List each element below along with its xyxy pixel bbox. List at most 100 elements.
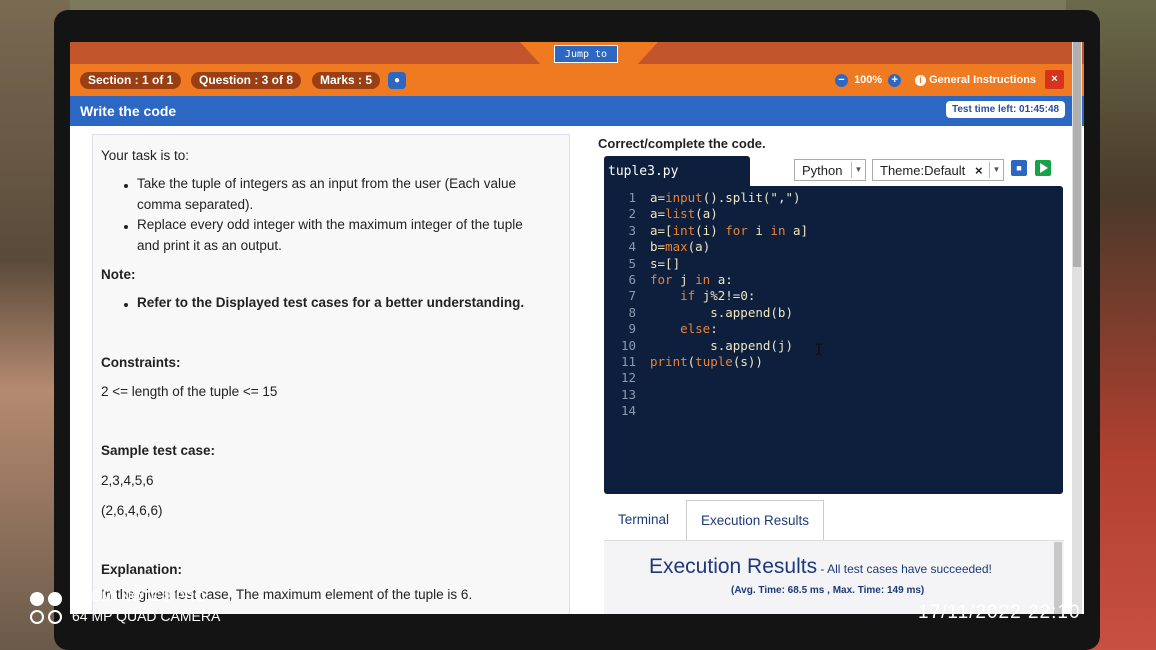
results-heading: Execution Results - All test cases have … xyxy=(649,555,992,579)
run-icon[interactable] xyxy=(1035,160,1051,176)
code-text: s.append(b) xyxy=(650,304,793,320)
constraint-text: 2 <= length of the tuple <= 15 xyxy=(101,384,278,399)
note-label: Note: xyxy=(101,267,136,282)
task-bullet-2-line-2: and print it as an output. xyxy=(137,238,282,253)
sample-output: (2,6,4,6,6) xyxy=(101,503,163,518)
watermark-line-2: 64 MP QUAD CAMERA xyxy=(72,608,221,624)
output-tabs: Terminal Execution Results xyxy=(604,500,1074,541)
code-text: else: xyxy=(680,321,718,337)
question-panel: Your task is to: Take the tuple of integ… xyxy=(92,134,570,614)
line-number: 10 xyxy=(620,337,636,353)
code-line[interactable]: 6 for j in a: xyxy=(604,272,808,288)
line-number: 4 xyxy=(628,239,636,255)
code-text: if j%2!=0: xyxy=(680,288,756,304)
code-text: b=max(a) xyxy=(650,239,711,255)
constraints-label: Constraints: xyxy=(101,355,181,370)
line-number: 12 xyxy=(620,370,636,386)
bullet-dot xyxy=(124,303,128,307)
line-number: 13 xyxy=(620,386,636,402)
zoom-control: − 100% + xyxy=(835,72,902,89)
line-number: 2 xyxy=(628,206,636,222)
editor-heading: Correct/complete the code. xyxy=(598,136,766,151)
bullet-dot xyxy=(124,225,128,229)
test-timer: Test time left: 01:45:48 xyxy=(946,101,1066,118)
screen: Section : 1 of 1 Question : 3 of 8 Marks… xyxy=(70,42,1084,614)
results-status: - All test cases have succeeded! xyxy=(817,562,992,576)
zoom-level: 100% xyxy=(854,74,883,86)
chevron-down-icon: ▼ xyxy=(989,162,1003,178)
language-value: Python xyxy=(802,163,843,178)
zoom-in-icon[interactable]: + xyxy=(888,73,902,87)
code-text: a=[int(i) for i in a] xyxy=(650,222,809,238)
code-line[interactable]: 14 xyxy=(604,403,808,419)
line-number: 6 xyxy=(628,271,636,287)
line-number: 8 xyxy=(628,304,636,320)
marks-pill: Marks : 5 xyxy=(312,72,381,89)
code-editor[interactable]: 1 a=input().split(",") 2 a=list(a) 3 a=[int(i… xyxy=(604,186,1063,494)
title-bar: Write the code Test time left: 01:45:48 xyxy=(70,96,1084,126)
photo-timestamp: 17/11/2022 22:10 xyxy=(918,602,1081,623)
line-number: 1 xyxy=(628,190,636,205)
task-intro: Your task is to: xyxy=(101,148,190,163)
note-text: Refer to the Displayed test cases for a … xyxy=(137,295,525,310)
theme-select[interactable]: Theme:Default × ▼ xyxy=(872,159,1004,181)
results-timing: (Avg. Time: 68.5 ms , Max. Time: 149 ms) xyxy=(731,585,925,596)
code-line[interactable]: 1 a=input().split(",") xyxy=(604,190,808,206)
code-text: s.append(j) xyxy=(650,337,793,353)
code-text: for j in a: xyxy=(650,271,733,287)
page-title: Write the code xyxy=(80,103,177,119)
code-line[interactable]: 13 xyxy=(604,387,808,403)
line-number: 9 xyxy=(628,321,636,337)
camera-logo-icon xyxy=(30,592,62,624)
watermark-line-1: REDMI NOTE 8 PRO xyxy=(72,588,206,604)
jump-to-button[interactable]: Jump to xyxy=(554,45,618,63)
code-line[interactable]: 9 else: xyxy=(604,321,808,337)
code-line[interactable]: 11 print(tuple(s)) xyxy=(604,354,808,370)
question-pill[interactable]: Question : 3 of 8 xyxy=(191,72,302,89)
section-pill[interactable]: Section : 1 of 1 xyxy=(80,72,182,89)
sample-input: 2,3,4,5,6 xyxy=(101,473,154,488)
chevron-down-icon: ▼ xyxy=(851,162,865,178)
line-number: 14 xyxy=(620,403,636,419)
code-line[interactable]: 5 s=[] xyxy=(604,256,808,272)
code-line[interactable]: 10 s.append(j) xyxy=(604,338,808,354)
tab-terminal[interactable]: Terminal xyxy=(604,500,683,540)
code-lines: 1 a=input().split(",") 2 a=list(a) 3 a=[int(i… xyxy=(604,190,808,419)
code-text: print(tuple(s)) xyxy=(650,353,763,369)
line-number: 11 xyxy=(620,353,636,369)
zoom-out-icon[interactable]: − xyxy=(835,73,848,87)
camera-watermark: REDMI NOTE 8 PRO 64 MP QUAD CAMERA xyxy=(72,586,220,626)
save-icon[interactable]: ■ xyxy=(1011,160,1027,176)
task-bullet-1-line-2: comma separated). xyxy=(137,197,254,212)
task-bullet-2-line-1: Replace every odd integer with the maxim… xyxy=(137,217,523,232)
results-title: Execution Results xyxy=(649,555,818,578)
close-icon[interactable]: × xyxy=(1045,70,1064,89)
code-line[interactable]: 8 s.append(b) xyxy=(604,305,808,321)
line-number: 7 xyxy=(628,288,636,304)
sample-label: Sample test case: xyxy=(101,443,216,458)
code-line[interactable]: 4 b=max(a) xyxy=(604,239,808,255)
tab-execution-results[interactable]: Execution Results xyxy=(686,500,825,541)
code-text: s=[] xyxy=(650,255,681,271)
line-number: 3 xyxy=(628,222,636,238)
task-bullet-1-line-1: Take the tuple of integers as an input f… xyxy=(137,176,516,191)
scrollbar-thumb[interactable] xyxy=(1073,42,1081,267)
code-line[interactable]: 12 xyxy=(604,370,808,386)
file-tab[interactable]: tuple3.py xyxy=(604,156,750,188)
code-text: a=input().split(",") xyxy=(650,190,801,205)
code-line[interactable]: 2 a=list(a) xyxy=(604,206,808,222)
general-instructions-label: General Instructions xyxy=(929,74,1037,86)
text-cursor-icon: I xyxy=(814,340,824,359)
code-text: a=list(a) xyxy=(650,206,718,222)
general-instructions-link[interactable]: i General Instructions xyxy=(915,72,1036,89)
language-select[interactable]: Python ▼ xyxy=(794,159,866,181)
explanation-label: Explanation: xyxy=(101,562,183,577)
page-scrollbar[interactable] xyxy=(1072,42,1082,614)
info-icon: i xyxy=(915,74,926,86)
theme-clear-icon[interactable]: × xyxy=(975,160,983,182)
code-line[interactable]: 3 a=[int(i) for i in a] xyxy=(604,223,808,239)
theme-value: Theme:Default xyxy=(880,163,966,178)
chat-icon[interactable]: ● xyxy=(388,72,406,89)
header-bar: Section : 1 of 1 Question : 3 of 8 Marks… xyxy=(70,64,1084,96)
code-line[interactable]: 7 if j%2!=0: xyxy=(604,288,808,304)
